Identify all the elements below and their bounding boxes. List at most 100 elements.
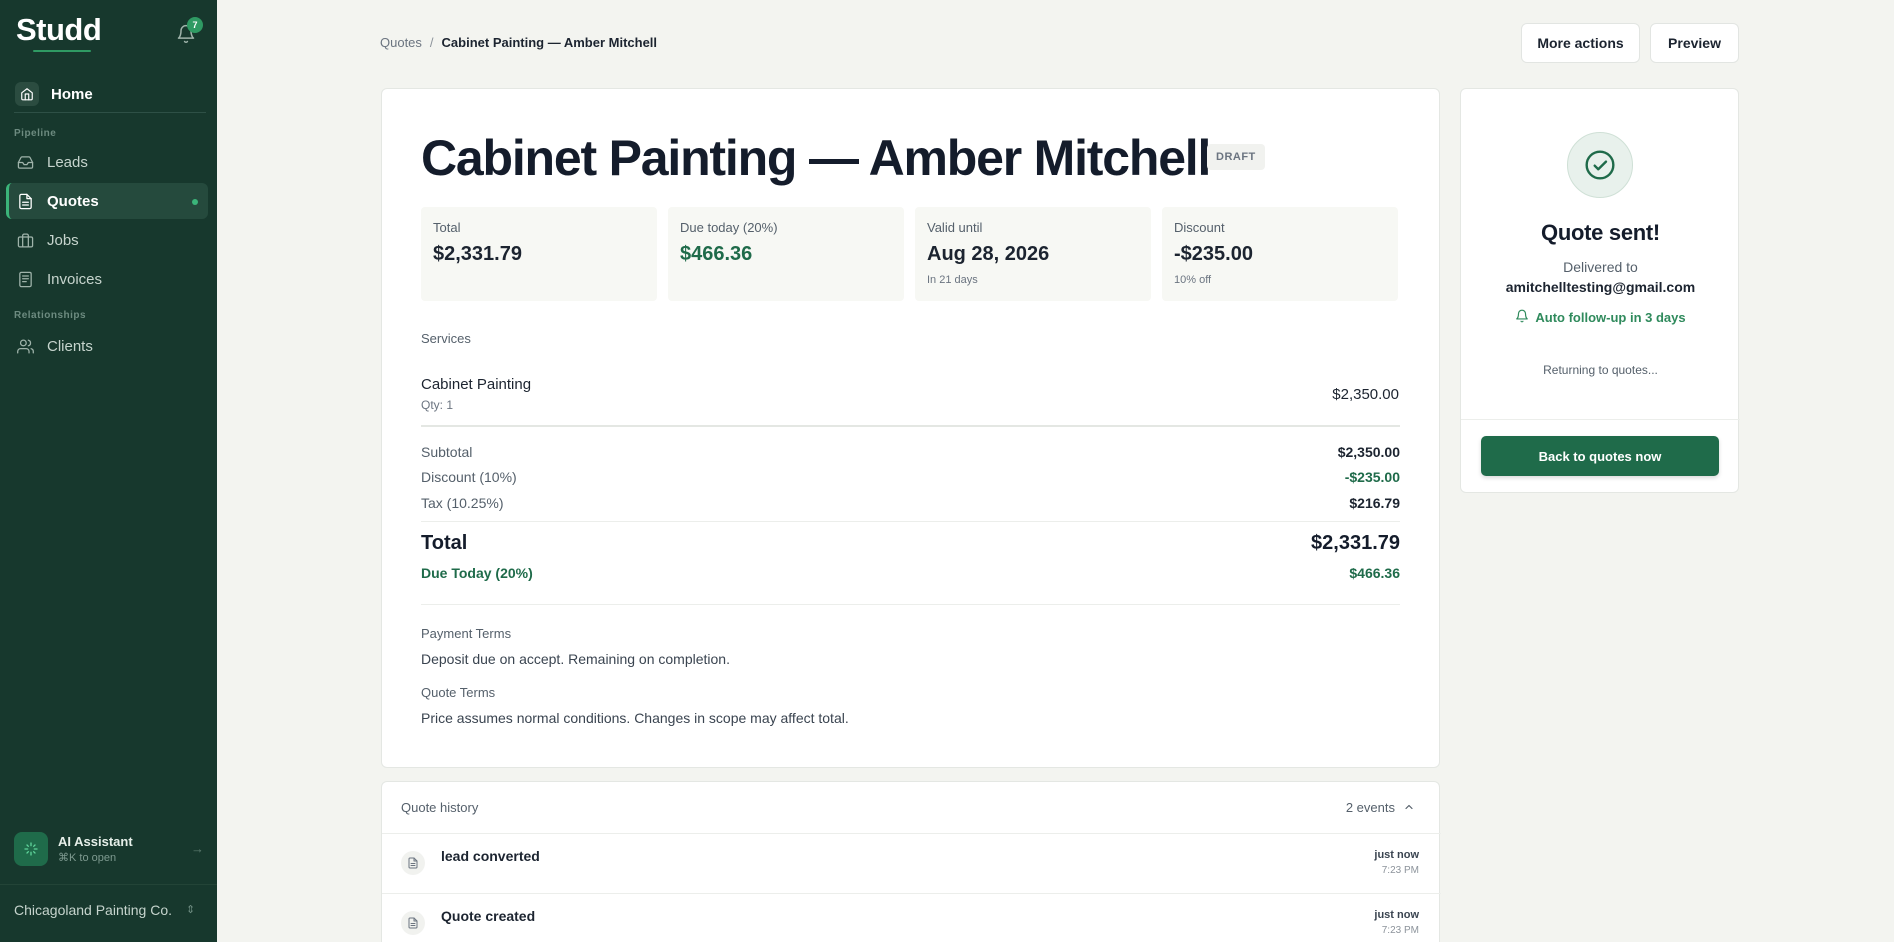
service-qty: Qty: 1 [421, 398, 454, 412]
preview-button[interactable]: Preview [1650, 23, 1739, 63]
returning-status: Returning to quotes... [1543, 363, 1658, 377]
logo-underline [33, 50, 91, 52]
services-label: Services [421, 331, 471, 346]
stat-value: Aug 28, 2026 [927, 243, 1050, 265]
delivered-email: amitchelltesting@gmail.com [1505, 279, 1696, 295]
stat-label: Due today (20%) [680, 220, 778, 235]
history-event-time: 7:23 PM [1381, 865, 1419, 876]
notification-count-badge: 7 [187, 17, 203, 33]
service-name: Cabinet Painting [421, 376, 532, 393]
stat-label: Valid until [927, 220, 983, 235]
due-today-value: $466.36 [1349, 565, 1400, 581]
divider [382, 833, 1441, 834]
follow-up-notice: Auto follow-up in 3 days [1461, 309, 1740, 326]
quote-terms-text: Price assumes normal conditions. Changes… [421, 710, 849, 726]
divider [421, 604, 1400, 605]
sidebar-item-clients[interactable]: Clients [6, 328, 208, 364]
stat-value: $466.36 [680, 243, 753, 265]
tax-value: $216.79 [1349, 495, 1400, 511]
page-title: Cabinet Painting — Amber Mitchell [421, 130, 1211, 186]
follow-up-text: Auto follow-up in 3 days [1535, 310, 1686, 325]
sidebar-item-leads[interactable]: Leads [6, 144, 208, 180]
history-event-when: just now [1374, 849, 1419, 861]
status-badge: DRAFT [1207, 144, 1265, 170]
ai-assistant-button[interactable]: AI Assistant ⌘K to open → [14, 828, 204, 870]
stat-label: Total [433, 220, 461, 235]
sidebar-divider [0, 884, 217, 885]
more-actions-button[interactable]: More actions [1521, 23, 1640, 63]
payment-terms-text: Deposit due on accept. Remaining on comp… [421, 651, 730, 667]
active-indicator-dot [192, 199, 198, 205]
invoice-icon [16, 270, 34, 288]
delivered-label: Delivered to [1563, 259, 1638, 275]
quote-terms-label: Quote Terms [421, 685, 496, 700]
tax-row: Tax (10.25%) $216.79 [421, 495, 1400, 511]
document-icon [401, 911, 425, 935]
payment-terms-label: Payment Terms [421, 626, 512, 641]
stat-value: $2,331.79 [433, 243, 522, 265]
divider [382, 893, 1441, 894]
sidebar-item-label: Leads [47, 153, 88, 171]
chevron-up-icon[interactable] [1403, 800, 1415, 812]
section-label-relationships: Relationships [14, 310, 87, 321]
breadcrumb-current: Cabinet Painting — Amber Mitchell [441, 35, 658, 50]
discount-label: Discount (10%) [421, 469, 517, 485]
history-count[interactable]: 2 events [1346, 800, 1395, 815]
briefcase-icon [16, 231, 34, 249]
sidebar-item-invoices[interactable]: Invoices [6, 261, 208, 297]
divider [421, 425, 1400, 427]
breadcrumb-link-quotes[interactable]: Quotes [380, 35, 422, 50]
due-today-row: Due Today (20%) $466.36 [421, 565, 1400, 581]
sidebar-item-label: Home [51, 85, 93, 103]
arrow-right-icon: → [191, 841, 204, 856]
breadcrumb: Quotes / Cabinet Painting — Amber Mitche… [380, 35, 657, 50]
sidebar-item-label: Quotes [47, 192, 99, 210]
company-switcher[interactable]: Chicagoland Painting Co. [14, 902, 172, 918]
document-icon [401, 851, 425, 875]
stat-sub: In 21 days [927, 274, 978, 286]
inbox-icon [16, 153, 34, 171]
home-icon [15, 82, 39, 106]
users-icon [16, 337, 34, 355]
tax-label: Tax (10.25%) [421, 495, 504, 511]
stat-discount: Discount -$235.00 10% off [1162, 207, 1398, 301]
bell-icon [1515, 309, 1529, 326]
sidebar-item-home[interactable]: Home [8, 76, 208, 112]
stat-label: Discount [1174, 220, 1225, 235]
app-logo[interactable]: Studd [16, 12, 102, 48]
total-value: $2,331.79 [1311, 532, 1400, 554]
sidebar-item-quotes[interactable]: Quotes [6, 183, 208, 219]
back-to-quotes-button[interactable]: Back to quotes now [1481, 436, 1719, 476]
subtotal-value: $2,350.00 [1337, 444, 1400, 460]
sidebar-item-label: Jobs [47, 231, 79, 249]
sidebar-divider [14, 112, 206, 113]
stat-value: -$235.00 [1174, 243, 1253, 265]
document-icon [16, 192, 34, 210]
stat-valid-until: Valid until Aug 28, 2026 In 21 days [915, 207, 1151, 301]
stat-total: Total $2,331.79 [421, 207, 657, 301]
subtotal-row: Subtotal $2,350.00 [421, 444, 1400, 460]
sparkle-icon [14, 832, 48, 866]
section-label-pipeline: Pipeline [14, 128, 57, 139]
total-row: Total $2,331.79 [421, 532, 1400, 555]
sidebar-item-label: Invoices [47, 270, 103, 288]
history-event-name: lead converted [441, 848, 540, 864]
breadcrumb-separator: / [429, 35, 434, 50]
divider [1461, 419, 1740, 420]
discount-value: -$235.00 [1344, 469, 1400, 485]
due-today-label: Due Today (20%) [421, 565, 533, 581]
history-event-when: just now [1374, 909, 1419, 921]
history-event-name: Quote created [441, 908, 536, 924]
ai-assistant-shortcut: ⌘K to open [58, 852, 117, 864]
total-label: Total [421, 532, 468, 554]
chevron-updown-icon[interactable]: ⇕ [186, 903, 195, 916]
quote-card: Cabinet Painting — Amber Mitchell DRAFT … [381, 88, 1440, 768]
sidebar-item-jobs[interactable]: Jobs [6, 222, 208, 258]
history-event-time: 7:23 PM [1381, 925, 1419, 936]
quote-sent-panel: Quote sent! Delivered to amitchelltestin… [1460, 88, 1740, 493]
sent-title: Quote sent! [1541, 220, 1660, 245]
divider [421, 521, 1400, 522]
sidebar: Studd 7 Home Pipeline Leads Quotes Jobs [0, 0, 217, 942]
discount-row: Discount (10%) -$235.00 [421, 469, 1400, 485]
history-title: Quote history [401, 800, 479, 815]
